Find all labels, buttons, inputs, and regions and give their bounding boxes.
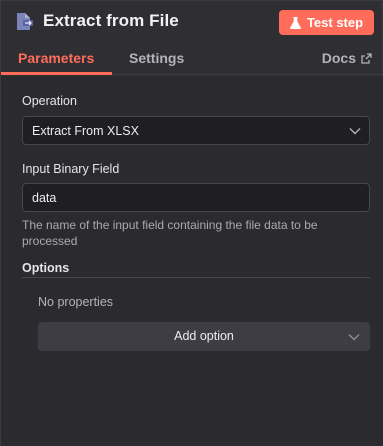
flask-icon <box>290 16 301 29</box>
operation-value: Extract From XLSX <box>32 124 139 138</box>
test-step-label: Test step <box>306 15 364 30</box>
no-properties-text: No properties <box>38 295 114 309</box>
options-label: Options <box>22 261 70 275</box>
operation-label: Operation <box>22 94 77 108</box>
docs-label: Docs <box>321 50 356 66</box>
parameters-content: Operation Extract From XLSX Input Binary… <box>1 76 383 446</box>
external-link-icon <box>361 52 372 64</box>
input-binary-field-input[interactable] <box>22 183 370 212</box>
node-settings-panel: Extract from File Test step Parameters S… <box>0 0 383 446</box>
active-tab-indicator <box>1 72 112 75</box>
tab-parameters[interactable]: Parameters <box>18 50 94 66</box>
test-step-button[interactable]: Test step <box>279 10 374 35</box>
input-binary-field-hint: The name of the input field containing t… <box>22 218 318 248</box>
add-option-label: Add option <box>174 329 234 343</box>
docs-link[interactable]: Docs <box>322 50 372 66</box>
chevron-down-icon <box>349 128 361 135</box>
tab-bar: Parameters Settings Docs <box>1 43 383 75</box>
node-title: Extract from File <box>43 11 179 30</box>
options-divider <box>22 277 370 278</box>
input-binary-field-label: Input Binary Field <box>22 162 120 176</box>
panel-header: Extract from File Test step <box>1 1 383 43</box>
operation-select[interactable]: Extract From XLSX <box>22 116 370 145</box>
tab-settings[interactable]: Settings <box>129 50 184 66</box>
file-extract-icon <box>16 12 34 32</box>
chevron-down-icon <box>348 334 360 341</box>
add-option-button[interactable]: Add option <box>38 322 370 351</box>
